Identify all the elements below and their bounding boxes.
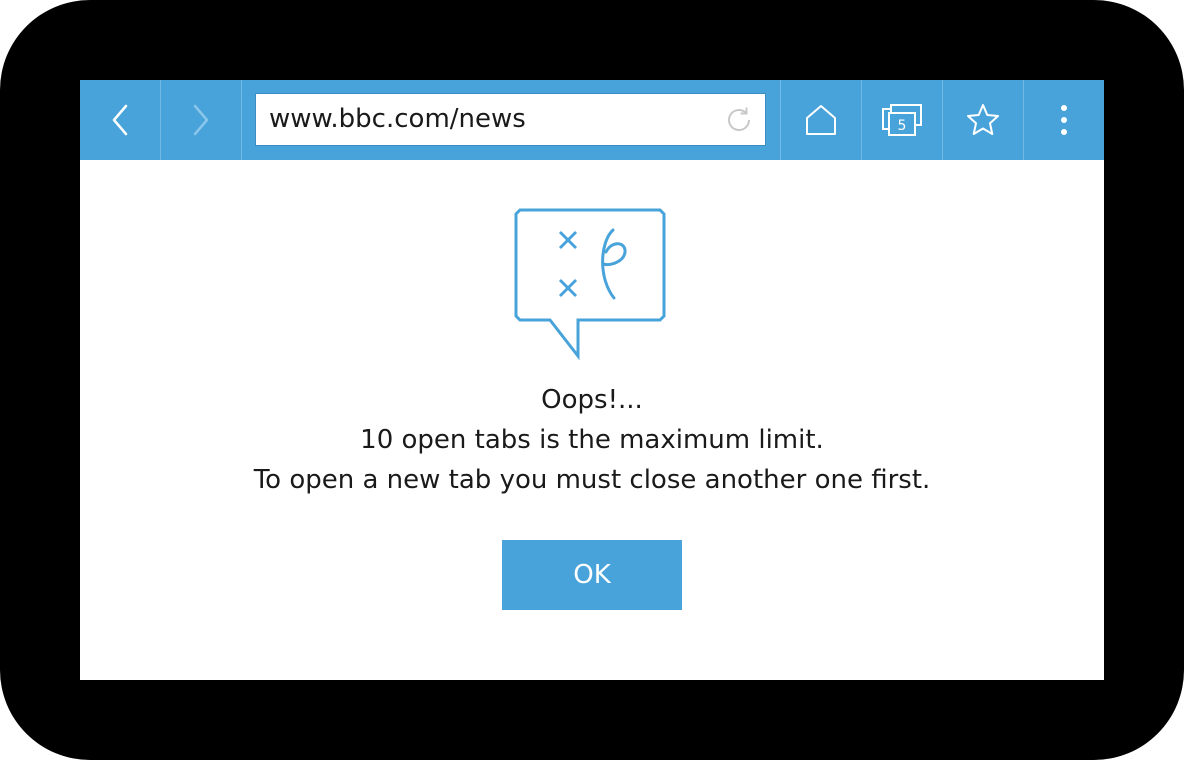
chevron-left-icon [112,104,128,136]
device-frame: www.bbc.com/news 5 Oops!... 10 open tabs… [0,0,1184,760]
home-icon [806,105,836,135]
bookmark-button[interactable] [943,80,1023,160]
reload-button[interactable] [723,104,755,136]
chevron-right-icon [193,104,209,136]
forward-button[interactable] [161,80,241,160]
dialog-message-line1: 10 open tabs is the maximum limit. [360,425,824,455]
tab-count: 5 [898,118,907,134]
sad-face-speech-bubble-icon [514,208,666,361]
menu-button[interactable] [1024,80,1104,160]
dialog-title: Oops!... [541,385,643,415]
toolbar-divider [241,80,242,160]
reload-icon [728,107,750,131]
ok-button[interactable]: OK [502,540,682,610]
back-button[interactable] [80,80,160,160]
tabs-button[interactable]: 5 [862,80,942,160]
dialog-message-line2: To open a new tab you must close another… [253,465,931,495]
dialog-content: Oops!... 10 open tabs is the maximum lim… [80,160,1104,680]
tabs-icon: 5 [882,104,922,136]
more-vertical-icon [1061,105,1067,135]
browser-toolbar: www.bbc.com/news 5 [80,80,1104,160]
home-button[interactable] [781,80,861,160]
browser-screen: www.bbc.com/news 5 Oops!... 10 open tabs… [80,80,1104,680]
url-text[interactable]: www.bbc.com/news [269,94,526,145]
star-icon [967,104,999,135]
address-bar[interactable]: www.bbc.com/news [255,93,766,146]
